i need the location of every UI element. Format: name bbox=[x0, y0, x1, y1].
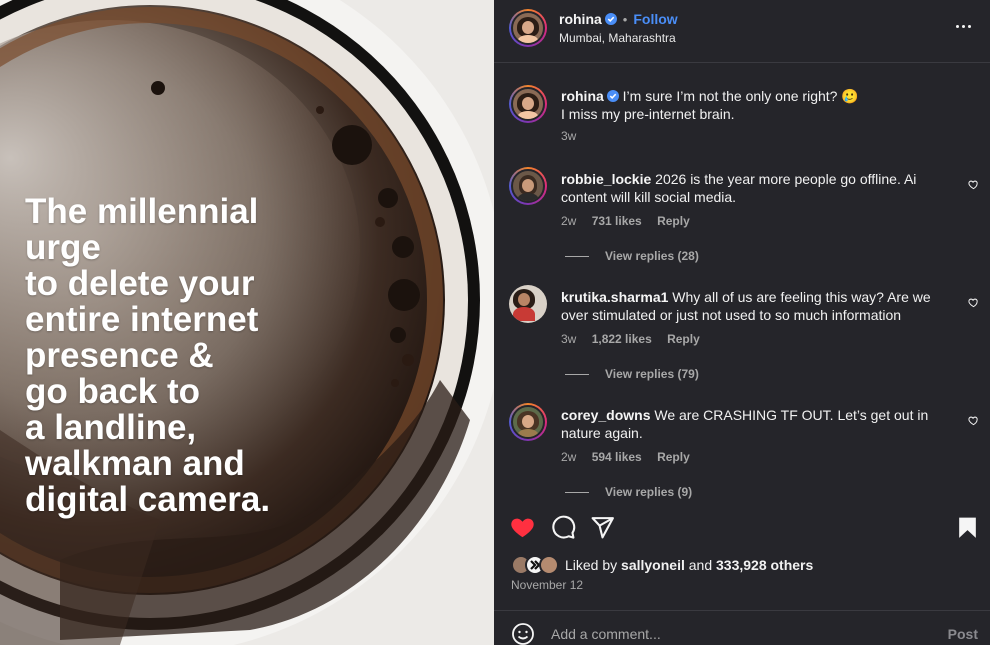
heart-filled-icon[interactable] bbox=[510, 515, 535, 540]
liked-by-text: Liked by sallyoneil and 333,928 others bbox=[565, 557, 813, 573]
overlay-line: go back to bbox=[25, 372, 201, 411]
caption-avatar[interactable] bbox=[509, 85, 547, 123]
post-side-panel: rohina • Follow Mumbai, Maharashtra rohina… bbox=[494, 0, 990, 645]
caption-text: rohina I’m sure I’m not the only one rig… bbox=[561, 87, 941, 123]
post-image[interactable]: The millennial urge to delete your entir… bbox=[0, 0, 494, 645]
comment-input[interactable]: Add a comment... bbox=[551, 626, 661, 642]
comment-meta: 2w 731 likes Reply bbox=[561, 214, 690, 228]
liker-avatar bbox=[539, 555, 559, 575]
bookmark-filled-icon[interactable] bbox=[955, 515, 980, 540]
commenter-avatar[interactable] bbox=[509, 403, 547, 441]
comment-reply-button[interactable]: Reply bbox=[667, 332, 700, 346]
caption-line-2: I miss my pre-internet brain. bbox=[561, 106, 735, 122]
caption-time: 3w bbox=[561, 129, 577, 143]
post-date[interactable]: November 12 bbox=[511, 578, 583, 592]
overlay-line: presence & bbox=[25, 336, 214, 375]
overlay-line: urge bbox=[25, 228, 101, 267]
comment-text: robbie_lockie 2026 is the year more peop… bbox=[561, 170, 941, 206]
comment-likes[interactable]: 594 likes bbox=[592, 450, 642, 464]
follow-button[interactable]: Follow bbox=[633, 11, 677, 27]
post-header: rohina • Follow Mumbai, Maharashtra bbox=[494, 0, 990, 62]
comment-username[interactable]: robbie_lockie bbox=[561, 171, 651, 187]
separator-dot: • bbox=[622, 12, 628, 27]
overlay-line: digital camera. bbox=[25, 480, 271, 519]
author-username[interactable]: rohina bbox=[559, 11, 602, 27]
comment-like-icon[interactable] bbox=[968, 297, 979, 308]
view-replies-label: View replies (28) bbox=[605, 249, 699, 263]
comment-username[interactable]: corey_downs bbox=[561, 407, 650, 423]
author-avatar[interactable] bbox=[509, 9, 547, 47]
verified-badge-icon bbox=[604, 13, 617, 25]
verified-badge-icon bbox=[606, 90, 619, 102]
liked-by-prefix: Liked by bbox=[565, 557, 618, 573]
comment-likes[interactable]: 731 likes bbox=[592, 214, 642, 228]
comment-time: 3w bbox=[561, 332, 577, 346]
comment-reply-button[interactable]: Reply bbox=[657, 214, 690, 228]
view-replies-button[interactable]: View replies (9) bbox=[565, 485, 692, 499]
overlay-line: walkman and bbox=[25, 444, 245, 483]
liked-by-others[interactable]: 333,928 others bbox=[716, 557, 813, 573]
post-comment-button[interactable]: Post bbox=[948, 626, 978, 642]
instagram-post-view: The millennial urge to delete your entir… bbox=[0, 0, 990, 645]
comment-icon[interactable] bbox=[551, 515, 576, 540]
comment-reply-button[interactable]: Reply bbox=[657, 450, 690, 464]
emoji-icon[interactable] bbox=[511, 622, 535, 645]
caption-line-1: I’m sure I’m not the only one right? 🥲 bbox=[622, 88, 859, 104]
comment-text: krutika.sharma1 Why all of us are feelin… bbox=[561, 288, 941, 324]
comment-time: 2w bbox=[561, 214, 577, 228]
comment-meta: 3w 1,822 likes Reply bbox=[561, 332, 700, 346]
view-replies-label: View replies (79) bbox=[605, 367, 699, 381]
post-caption: rohina I’m sure I’m not the only one rig… bbox=[494, 84, 990, 144]
image-overlay-text: The millennial urge to delete your entir… bbox=[25, 194, 355, 518]
overlay-line: The millennial bbox=[25, 192, 259, 231]
liked-by-and: and bbox=[688, 557, 713, 573]
overlay-line: a landline, bbox=[25, 408, 197, 447]
caption-username[interactable]: rohina bbox=[561, 88, 604, 104]
view-replies-button[interactable]: View replies (79) bbox=[565, 367, 699, 381]
comment-text: corey_downs We are CRASHING TF OUT. Let’… bbox=[561, 406, 941, 442]
post-actions-bar bbox=[494, 512, 990, 542]
comment-like-icon[interactable] bbox=[968, 415, 979, 426]
liker-avatars[interactable] bbox=[511, 555, 565, 575]
comment-item: corey_downs We are CRASHING TF OUT. Let’… bbox=[494, 403, 990, 503]
send-icon[interactable] bbox=[590, 515, 615, 540]
author-line: rohina • Follow bbox=[559, 11, 678, 29]
post-location[interactable]: Mumbai, Maharashtra bbox=[559, 31, 676, 45]
commenter-avatar[interactable] bbox=[509, 285, 547, 323]
view-replies-button[interactable]: View replies (28) bbox=[565, 249, 699, 263]
overlay-line: to delete your bbox=[25, 264, 255, 303]
comment-likes[interactable]: 1,822 likes bbox=[592, 332, 652, 346]
liked-by-user[interactable]: sallyoneil bbox=[621, 557, 685, 573]
add-comment-bar: Add a comment... Post bbox=[494, 610, 990, 645]
commenter-avatar[interactable] bbox=[509, 167, 547, 205]
comment-like-icon[interactable] bbox=[968, 179, 979, 190]
more-horizontal-icon[interactable] bbox=[956, 17, 974, 35]
comment-username[interactable]: krutika.sharma1 bbox=[561, 289, 668, 305]
comment-item: krutika.sharma1 Why all of us are feelin… bbox=[494, 285, 990, 385]
comment-time: 2w bbox=[561, 450, 577, 464]
comment-meta: 2w 594 likes Reply bbox=[561, 450, 690, 464]
header-divider bbox=[494, 62, 990, 63]
overlay-line: entire internet bbox=[25, 300, 259, 339]
comment-item: robbie_lockie 2026 is the year more peop… bbox=[494, 167, 990, 267]
view-replies-label: View replies (9) bbox=[605, 485, 693, 499]
